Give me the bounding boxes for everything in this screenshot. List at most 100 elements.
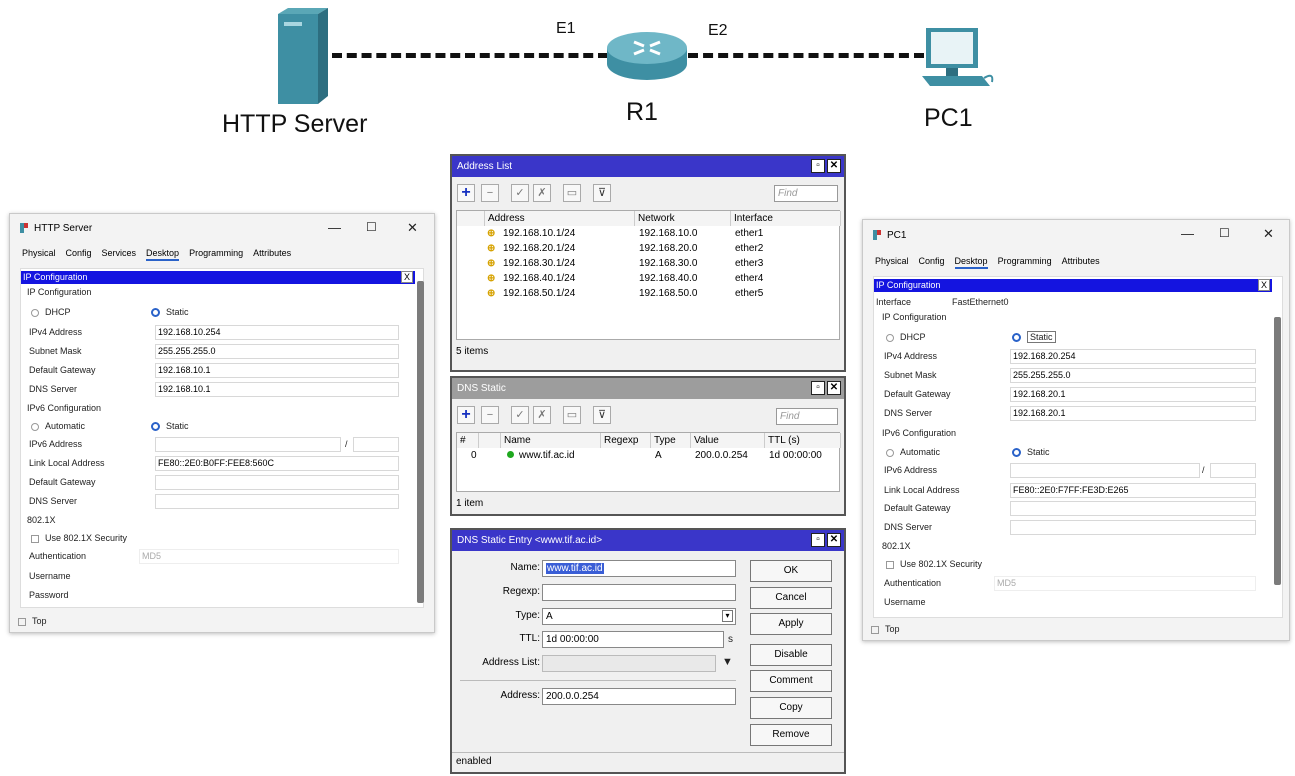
- dns-entry-titlebar[interactable]: DNS Static Entry <www.tif.ac.id> ▫ ✕: [452, 530, 844, 551]
- col-network[interactable]: Network: [635, 211, 731, 226]
- static6-radio[interactable]: Static: [151, 421, 189, 432]
- pc-icon[interactable]: [918, 22, 998, 94]
- maximize-icon[interactable]: ☐: [366, 220, 377, 234]
- ipv6-field[interactable]: [155, 437, 341, 452]
- address-list-select[interactable]: [542, 655, 716, 672]
- prefix-field[interactable]: [1210, 463, 1256, 478]
- chevron-down-icon[interactable]: ▾: [722, 610, 733, 622]
- ipv6-field[interactable]: [1010, 463, 1200, 478]
- gateway6-field[interactable]: [155, 475, 399, 490]
- dhcp-radio[interactable]: DHCP: [31, 307, 71, 317]
- add-icon[interactable]: +: [457, 184, 475, 202]
- tab-attributes[interactable]: Attributes: [253, 248, 291, 261]
- gateway-field[interactable]: 192.168.10.1: [155, 363, 399, 378]
- disable-button[interactable]: Disable: [750, 644, 832, 666]
- find-input[interactable]: Find: [774, 185, 838, 202]
- dot1x-checkbox[interactable]: Use 802.1X Security: [31, 533, 127, 543]
- static6-radio[interactable]: Static: [1012, 447, 1050, 458]
- mask-field[interactable]: 255.255.255.0: [1010, 368, 1256, 383]
- router-icon[interactable]: [604, 28, 690, 86]
- server-window-titlebar[interactable]: HTTP Server — ☐ ✕: [10, 214, 434, 242]
- lla-field[interactable]: FE80::2E0:B0FF:FEE8:560C: [155, 456, 399, 471]
- disable-icon[interactable]: ✗: [533, 184, 551, 202]
- static-radio[interactable]: Static: [151, 307, 189, 318]
- interface-select[interactable]: FastEthernet0: [952, 297, 1009, 307]
- dns-field[interactable]: 192.168.20.1: [1010, 406, 1256, 421]
- restore-icon[interactable]: ▫: [811, 381, 825, 395]
- col-address[interactable]: Address: [485, 211, 635, 226]
- top-checkbox[interactable]: Top: [871, 624, 900, 634]
- ttl-field[interactable]: 1d 00:00:00: [542, 631, 724, 648]
- scrollbar[interactable]: [417, 281, 424, 603]
- address-list-titlebar[interactable]: Address List ▫ ✕: [452, 156, 844, 177]
- col-name[interactable]: Name: [501, 433, 601, 448]
- automatic-radio[interactable]: Automatic: [886, 447, 940, 457]
- cancel-button[interactable]: Cancel: [750, 587, 832, 609]
- close-icon[interactable]: X: [401, 271, 413, 283]
- col-interface[interactable]: Interface: [731, 211, 841, 226]
- tab-config[interactable]: Config: [919, 256, 945, 269]
- remove-icon[interactable]: −: [481, 406, 499, 424]
- auth-select[interactable]: MD5: [139, 549, 399, 564]
- close-icon[interactable]: ✕: [827, 533, 841, 547]
- tab-programming[interactable]: Programming: [189, 248, 243, 261]
- tab-programming[interactable]: Programming: [998, 256, 1052, 269]
- prefix-field[interactable]: [353, 437, 399, 452]
- apply-button[interactable]: Apply: [750, 613, 832, 635]
- col-num[interactable]: #: [457, 433, 479, 448]
- remove-icon[interactable]: −: [481, 184, 499, 202]
- auth-select[interactable]: MD5: [994, 576, 1256, 591]
- scrollbar[interactable]: [1274, 317, 1281, 585]
- dns6-field[interactable]: [1010, 520, 1256, 535]
- close-icon[interactable]: ✕: [827, 381, 841, 395]
- filter-icon[interactable]: ⊽: [593, 406, 611, 424]
- ipv4-field[interactable]: 192.168.10.254: [155, 325, 399, 340]
- restore-icon[interactable]: ▫: [811, 533, 825, 547]
- tab-desktop[interactable]: Desktop: [146, 248, 180, 261]
- tab-attributes[interactable]: Attributes: [1062, 256, 1100, 269]
- tab-services[interactable]: Services: [102, 248, 137, 261]
- dns-field[interactable]: 192.168.10.1: [155, 382, 399, 397]
- tab-config[interactable]: Config: [66, 248, 92, 261]
- filter-icon[interactable]: ⊽: [593, 184, 611, 202]
- comment-icon[interactable]: ▭: [563, 184, 581, 202]
- close-icon[interactable]: ✕: [827, 159, 841, 173]
- add-icon[interactable]: +: [457, 406, 475, 424]
- dhcp-radio[interactable]: DHCP: [886, 332, 926, 342]
- regexp-field[interactable]: [542, 584, 736, 601]
- enable-icon[interactable]: ✓: [511, 406, 529, 424]
- close-icon[interactable]: X: [1258, 279, 1270, 291]
- dot1x-checkbox[interactable]: Use 802.1X Security: [886, 559, 982, 569]
- minimize-icon[interactable]: —: [328, 220, 341, 235]
- static-radio[interactable]: Static: [1012, 331, 1056, 343]
- col-regexp[interactable]: Regexp: [601, 433, 651, 448]
- comment-icon[interactable]: ▭: [563, 406, 581, 424]
- col-ttl[interactable]: TTL (s): [765, 433, 841, 448]
- close-icon[interactable]: ✕: [1263, 226, 1274, 242]
- dns6-field[interactable]: [155, 494, 399, 509]
- tab-physical[interactable]: Physical: [22, 248, 56, 261]
- mask-field[interactable]: 255.255.255.0: [155, 344, 399, 359]
- dns-static-titlebar[interactable]: DNS Static ▫ ✕: [452, 378, 844, 399]
- close-icon[interactable]: ✕: [407, 220, 418, 236]
- col-type[interactable]: Type: [651, 433, 691, 448]
- col-value[interactable]: Value: [691, 433, 765, 448]
- ipv4-field[interactable]: 192.168.20.254: [1010, 349, 1256, 364]
- minimize-icon[interactable]: —: [1181, 226, 1194, 241]
- name-field[interactable]: www.tif.ac.id: [542, 560, 736, 577]
- pc-window-titlebar[interactable]: PC1 — ☐ ✕: [863, 220, 1289, 250]
- remove-button[interactable]: Remove: [750, 724, 832, 746]
- lla-field[interactable]: FE80::2E0:F7FF:FE3D:E265: [1010, 483, 1256, 498]
- chevron-down-icon[interactable]: ▼: [722, 656, 733, 668]
- comment-button[interactable]: Comment: [750, 670, 832, 692]
- top-checkbox[interactable]: Top: [18, 616, 47, 626]
- find-input[interactable]: Find: [776, 408, 838, 425]
- server-icon[interactable]: [268, 8, 338, 106]
- tab-physical[interactable]: Physical: [875, 256, 909, 269]
- restore-icon[interactable]: ▫: [811, 159, 825, 173]
- automatic-radio[interactable]: Automatic: [31, 421, 85, 431]
- maximize-icon[interactable]: ☐: [1219, 226, 1230, 240]
- type-select[interactable]: A ▾: [542, 608, 736, 625]
- disable-icon[interactable]: ✗: [533, 406, 551, 424]
- gateway-field[interactable]: 192.168.20.1: [1010, 387, 1256, 402]
